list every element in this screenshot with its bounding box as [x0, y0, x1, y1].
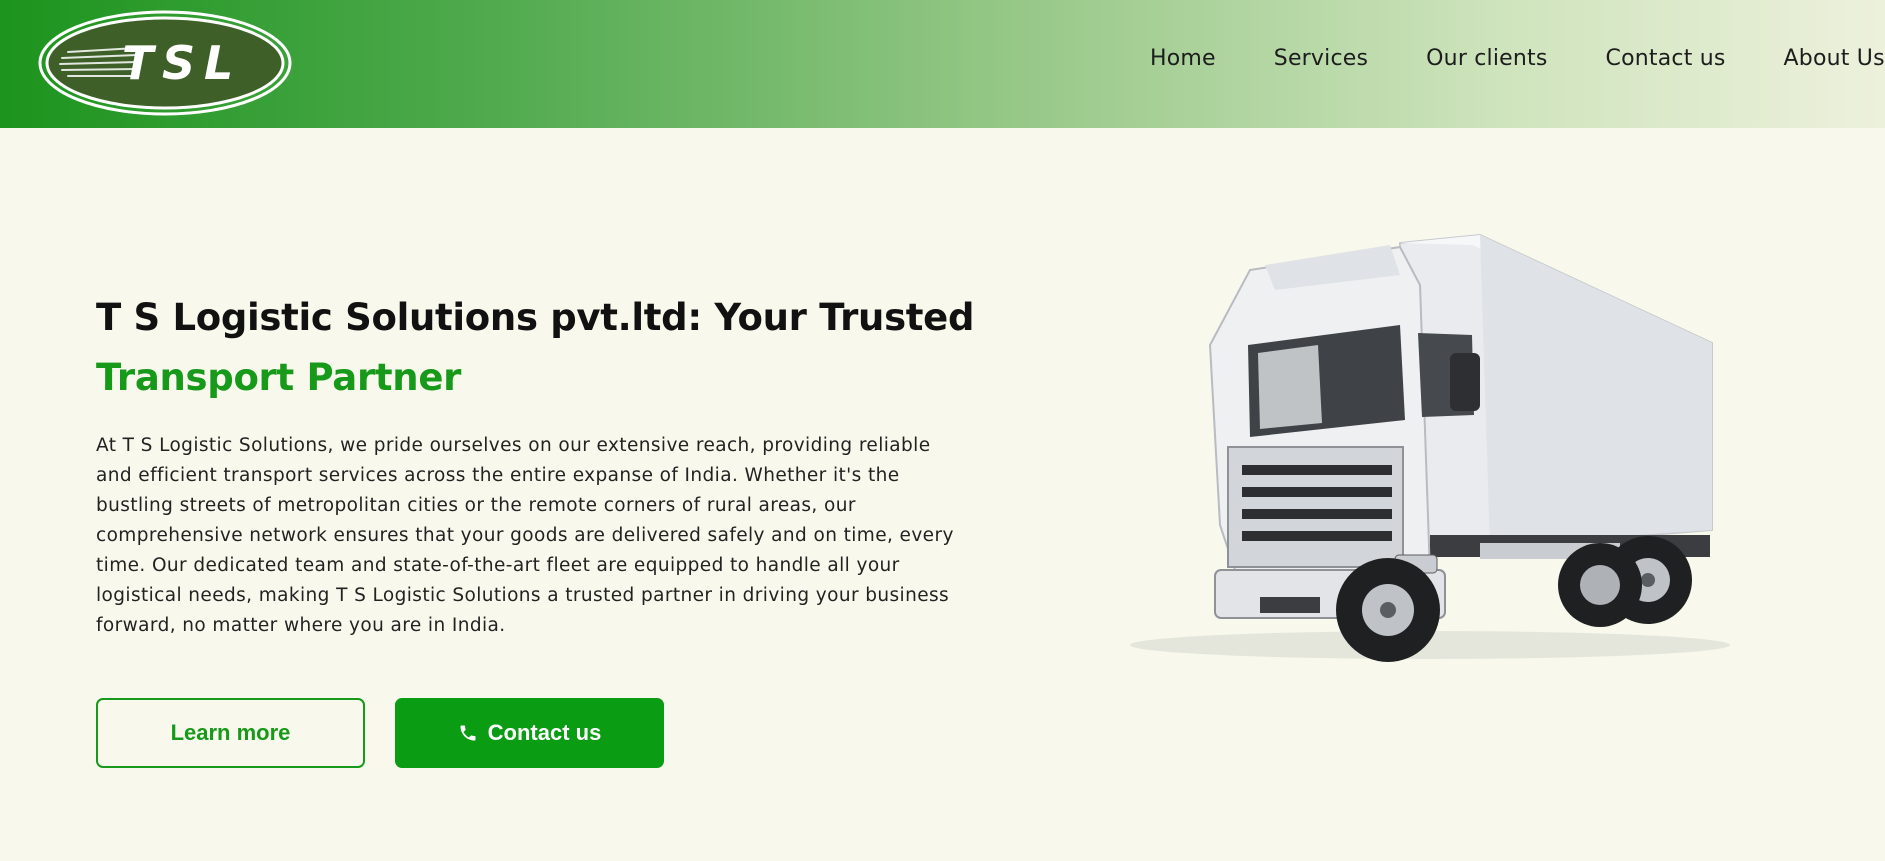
- learn-more-button[interactable]: Learn more: [96, 698, 365, 768]
- hero-description: At T S Logistic Solutions, we pride ours…: [96, 435, 954, 636]
- nav-home[interactable]: Home: [1150, 46, 1216, 82]
- learn-more-label: Learn more: [170, 720, 291, 745]
- nav-about-us[interactable]: About Us: [1784, 46, 1885, 82]
- contact-us-button[interactable]: Contact us: [395, 698, 664, 768]
- hero-title: T S Logistic Solutions pvt.ltd: Your Tru…: [96, 288, 976, 408]
- svg-text:T: T: [122, 36, 157, 90]
- main-nav: Home Services Our clients Contact us Abo…: [1150, 46, 1885, 82]
- svg-text:L: L: [204, 36, 233, 90]
- svg-text:S: S: [162, 36, 195, 90]
- tsl-logo[interactable]: T S L: [38, 10, 292, 116]
- phone-icon: [458, 723, 478, 743]
- nav-contact-us[interactable]: Contact us: [1606, 46, 1726, 82]
- hero-title-main: T S Logistic Solutions pvt.ltd: Your Tru…: [96, 296, 975, 339]
- hero-title-accent: Transport Partner: [96, 356, 462, 399]
- site-header: T S L Home Services Our clients Contact …: [0, 0, 1885, 128]
- contact-us-label: Contact us: [487, 720, 602, 745]
- nav-services[interactable]: Services: [1274, 46, 1368, 82]
- truck-image: [1100, 225, 1730, 670]
- nav-our-clients[interactable]: Our clients: [1426, 46, 1547, 82]
